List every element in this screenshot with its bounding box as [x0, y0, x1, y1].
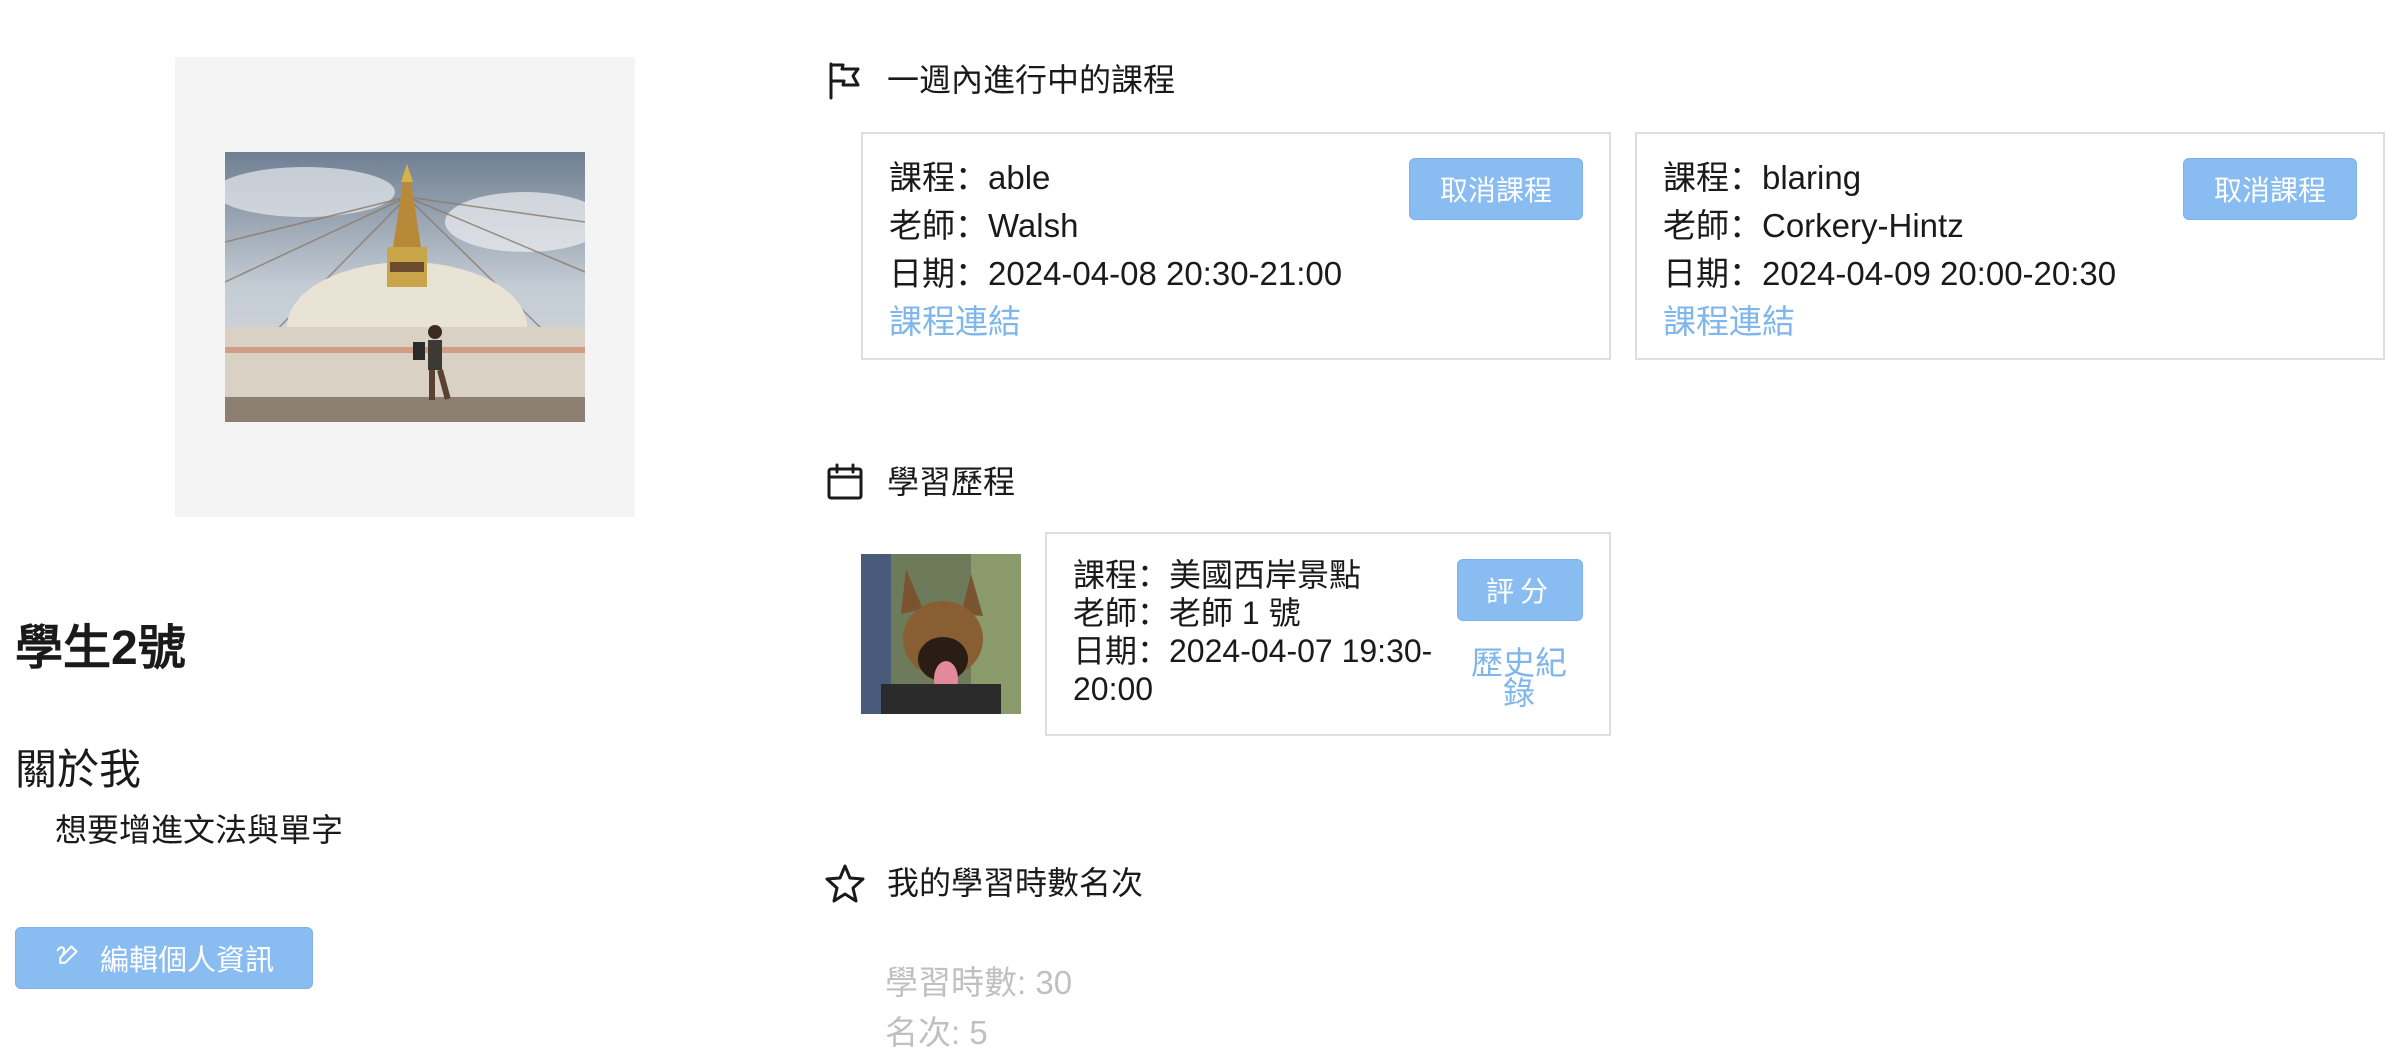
calendar-icon — [825, 462, 865, 502]
course-name: 課程：blaring — [1663, 159, 1862, 196]
edit-profile-button[interactable]: 編輯個人資訊 — [15, 927, 313, 989]
history-course-card: 課程：美國西岸景點 老師：老師 1 號 日期：2024-04-07 19:30-… — [1045, 532, 1611, 736]
upcoming-course-card: 課程：able 老師：Walsh 日期：2024-04-08 20:30-21:… — [861, 132, 1611, 360]
ranking-section-header: 我的學習時數名次 — [825, 863, 1143, 903]
rate-button[interactable]: 評分 — [1457, 559, 1583, 621]
upcoming-section-title: 一週內進行中的課程 — [887, 61, 1176, 98]
history-section-title: 學習歷程 — [887, 463, 1016, 500]
about-me-text: 想要增進文法與單字 — [55, 812, 344, 848]
ranking-section-title: 我的學習時數名次 — [887, 864, 1144, 901]
course-name: 課程：美國西岸景點 — [1073, 557, 1362, 593]
star-icon — [825, 863, 865, 903]
course-link[interactable]: 課程連結 — [889, 298, 1342, 346]
rank-position: 名次: 5 — [885, 1014, 988, 1051]
history-record-link[interactable]: 歷史紀錄 — [1469, 647, 1569, 709]
teacher-thumbnail — [861, 554, 1021, 714]
teacher-name: 老師：Corkery-Hintz — [1663, 207, 1964, 244]
ranking-stats: 學習時數: 30 名次: 5 — [885, 958, 1072, 1058]
course-link[interactable]: 課程連結 — [1663, 298, 2116, 346]
about-me-heading: 關於我 — [15, 746, 142, 793]
history-section-header: 學習歷程 — [825, 462, 1015, 502]
edit-icon — [54, 939, 84, 977]
flag-icon — [825, 60, 865, 100]
edit-profile-label: 編輯個人資訊 — [99, 945, 274, 977]
upcoming-section-header: 一週內進行中的課程 — [825, 60, 1175, 100]
cancel-course-button[interactable]: 取消課程 — [2183, 158, 2357, 220]
course-date: 日期：2024-04-09 20:00-20:30 — [1663, 255, 2117, 292]
study-hours: 學習時數: 30 — [885, 964, 1073, 1001]
teacher-name: 老師：Walsh — [889, 207, 1079, 244]
course-name: 課程：able — [889, 159, 1051, 196]
upcoming-course-card: 課程：blaring 老師：Corkery-Hintz 日期：2024-04-0… — [1635, 132, 2385, 360]
student-name: 學生2號 — [15, 622, 186, 675]
course-date: 日期：2024-04-08 20:30-21:00 — [889, 255, 1343, 292]
avatar-photo — [225, 152, 585, 422]
cancel-course-button[interactable]: 取消課程 — [1409, 158, 1583, 220]
course-date: 日期：2024-04-07 19:30-20:00 — [1073, 633, 1433, 707]
teacher-name: 老師：老師 1 號 — [1073, 595, 1301, 631]
